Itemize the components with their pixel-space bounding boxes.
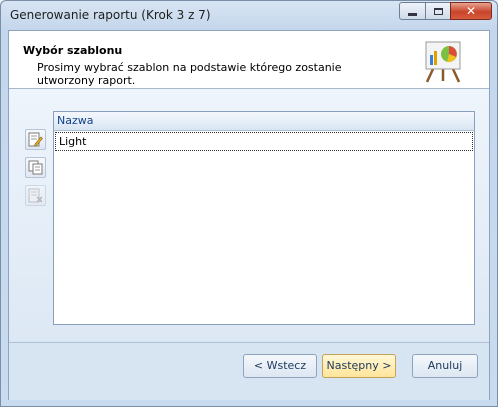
edit-template-icon [28,132,43,147]
close-icon: ✕ [465,4,477,18]
edit-template-button[interactable] [25,129,46,150]
list-item[interactable]: Light [55,132,473,151]
page-title: Wybór szablonu [23,44,123,57]
template-toolbar [25,129,47,213]
minimize-button[interactable] [399,2,426,20]
copy-template-icon [28,160,43,175]
chart-easel-icon [425,41,461,83]
window-title: Generowanie raportu (Krok 3 z 7) [10,8,211,22]
wizard-body: Nazwa Light [9,89,489,341]
maximize-button[interactable] [425,2,451,20]
column-header-name[interactable]: Nazwa [54,112,474,131]
close-button[interactable]: ✕ [450,2,492,20]
wizard-footer: < Wstecz Następny > Anuluj [9,342,489,400]
delete-template-icon [28,188,43,203]
next-button[interactable]: Następny > [322,354,396,378]
wizard-client: Wybór szablonu Prosimy wybrać szablon na… [8,30,490,400]
page-description: Prosimy wybrać szablon na podstawie któr… [37,61,342,87]
copy-template-button[interactable] [25,157,46,178]
cancel-button[interactable]: Anuluj [412,354,478,378]
wizard-header: Wybór szablonu Prosimy wybrać szablon na… [9,31,489,89]
maximize-icon [433,7,443,15]
back-button[interactable]: < Wstecz [243,354,317,378]
wizard-window: Generowanie raportu (Krok 3 z 7) ✕ Wybór… [0,0,498,407]
delete-template-button[interactable] [25,185,46,206]
title-bar[interactable]: Generowanie raportu (Krok 3 z 7) ✕ [1,1,497,29]
minimize-icon [408,12,417,16]
template-list[interactable]: Nazwa Light [53,111,475,325]
